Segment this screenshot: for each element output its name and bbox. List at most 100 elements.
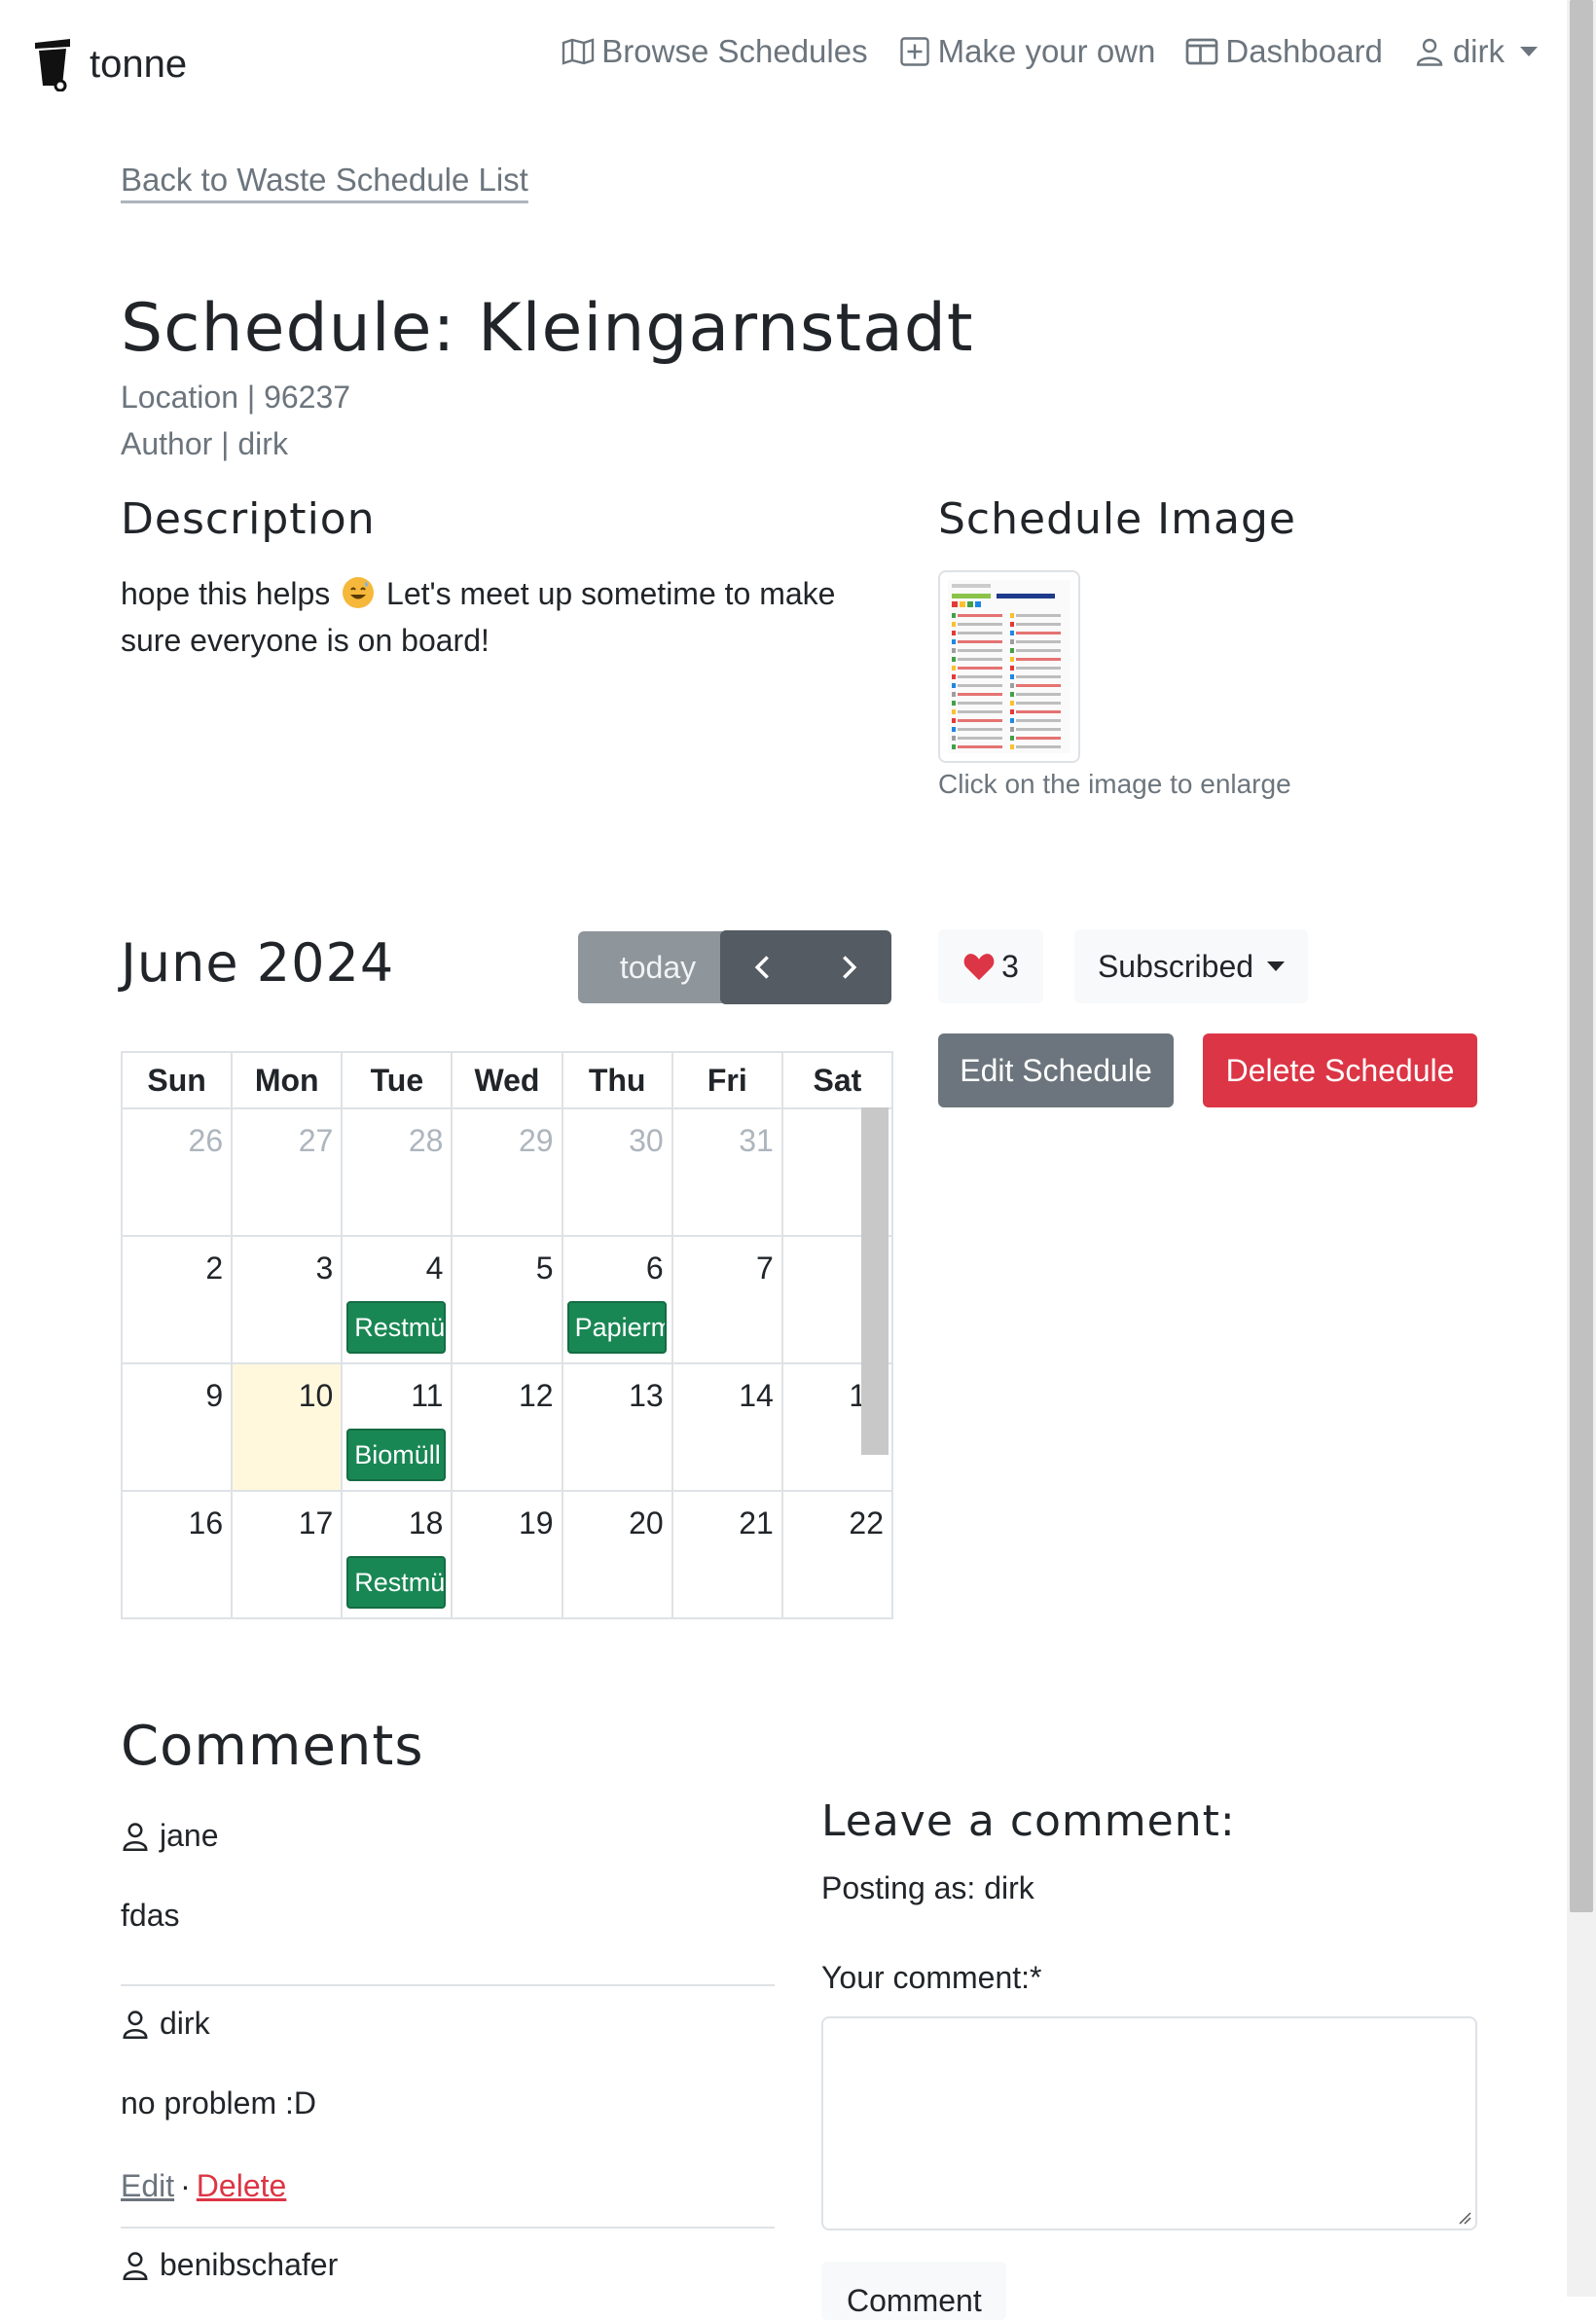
calendar-day-cell[interactable]: 29 — [451, 1107, 563, 1237]
next-month-button[interactable] — [806, 930, 891, 1004]
calendar-title: June 2024 — [121, 932, 395, 994]
comment-author-name: benibschafer — [160, 2247, 339, 2282]
schedule-image-thumbnail[interactable] — [938, 570, 1080, 763]
weekday-wed: Wed — [451, 1051, 563, 1109]
calendar-event[interactable]: Restmüll — [346, 1301, 447, 1354]
calendar-day-cell[interactable]: 21 — [671, 1490, 783, 1619]
day-number: 9 — [205, 1378, 224, 1413]
schedule-image-heading: Schedule Image — [938, 494, 1296, 544]
calendar-week-row: 91011Biomüll12131415 — [120, 1362, 894, 1492]
delete-schedule-button[interactable]: Delete Schedule — [1203, 1033, 1477, 1107]
calendar-day-cell[interactable]: 26 — [120, 1107, 234, 1237]
page-scrollbar[interactable] — [1567, 0, 1596, 2297]
weekday-thu: Thu — [561, 1051, 673, 1109]
calendar-day-cell[interactable]: 30 — [561, 1107, 673, 1237]
description-text-before: hope this helps — [121, 576, 331, 611]
chevron-down-icon — [1520, 47, 1538, 56]
day-number: 28 — [408, 1123, 444, 1158]
map-icon — [562, 38, 595, 65]
day-number: 21 — [739, 1505, 774, 1541]
calendar-day-cell[interactable]: 31 — [671, 1107, 783, 1237]
calendar-day-cell[interactable]: 20 — [561, 1490, 673, 1619]
calendar-event[interactable]: Restmüll — [346, 1556, 447, 1609]
schedule-image-preview — [948, 580, 1070, 753]
calendar-day-cell[interactable]: 3 — [231, 1235, 344, 1364]
nav-make-label: Make your own — [937, 33, 1156, 69]
day-number: 30 — [629, 1123, 664, 1158]
schedule-image-caption: Click on the image to enlarge — [938, 769, 1291, 799]
prev-month-button[interactable] — [720, 930, 806, 1004]
day-number: 31 — [739, 1123, 774, 1158]
chevron-down-icon — [1267, 961, 1286, 971]
calendar-day-cell[interactable]: 2 — [120, 1235, 234, 1364]
page-title: Schedule: Kleingarnstadt — [121, 290, 974, 367]
comment-author-name: dirk — [160, 2006, 210, 2041]
nav-links: Browse Schedules Make your own Dashboard… — [531, 33, 1538, 70]
delete-comment-link[interactable]: Delete — [197, 2168, 287, 2203]
resize-handle-icon[interactable] — [1458, 2211, 1471, 2225]
calendar-event[interactable]: Biomüll — [346, 1429, 447, 1481]
calendar-day-cell[interactable]: 27 — [231, 1107, 344, 1237]
comment-author: jane — [121, 1818, 219, 1854]
comment-author: benibschafer — [121, 2247, 338, 2283]
day-number: 12 — [518, 1378, 554, 1413]
comment-author: dirk — [121, 2006, 210, 2042]
nav-user-menu[interactable]: dirk — [1412, 33, 1538, 70]
like-button[interactable]: 3 — [938, 929, 1043, 1003]
schedule-document-icon — [948, 580, 1070, 753]
day-number: 7 — [756, 1251, 774, 1286]
day-number: 10 — [298, 1378, 334, 1413]
calendar-day-cell[interactable]: 7 — [671, 1235, 783, 1364]
calendar-day-cell[interactable]: 6 Papiermüll — [561, 1235, 673, 1364]
comment-actions: Edit · Delete — [121, 2168, 286, 2204]
plus-square-icon — [899, 37, 929, 66]
subscribed-dropdown[interactable]: Subscribed — [1074, 929, 1308, 1003]
day-number: 14 — [739, 1378, 774, 1413]
brand[interactable]: tonne — [31, 37, 187, 91]
calendar-day-cell[interactable]: 13 — [561, 1362, 673, 1492]
edit-comment-link[interactable]: Edit — [121, 2168, 174, 2203]
comment-submit-button[interactable]: Comment — [821, 2262, 1006, 2320]
nav-make-your-own[interactable]: Make your own — [897, 33, 1156, 70]
comment-divider — [121, 2227, 775, 2229]
calendar-day-cell[interactable]: 17 — [231, 1490, 344, 1619]
calendar-day-cell[interactable]: 18 Restmüll — [341, 1490, 453, 1619]
calendar-day-cell[interactable]: 5 — [451, 1235, 563, 1364]
calendar-day-cell[interactable]: 4 Restmüll — [341, 1235, 453, 1364]
edit-schedule-button[interactable]: Edit Schedule — [938, 1033, 1174, 1107]
calendar-day-cell[interactable]: 9 — [120, 1362, 234, 1492]
trash-bin-icon — [35, 39, 70, 91]
day-number: 29 — [518, 1123, 554, 1158]
calendar-day-cell[interactable]: 28 — [341, 1107, 453, 1237]
weekday-sat: Sat — [780, 1051, 894, 1109]
nav-dashboard[interactable]: Dashboard — [1184, 33, 1383, 70]
scrollbar-thumb[interactable] — [1570, 0, 1593, 1912]
calendar-day-cell[interactable]: 12 — [451, 1362, 563, 1492]
calendar-scrollbar[interactable] — [861, 1107, 889, 1455]
calendar-week-row: 16 17 18 Restmüll 19 20 21 22 — [120, 1490, 894, 1619]
calendar-nav-group — [720, 930, 891, 1004]
calendar-day-cell[interactable]: 16 — [120, 1490, 234, 1619]
calendar-day-cell[interactable]: 10 — [231, 1362, 344, 1492]
back-link[interactable]: Back to Waste Schedule List — [121, 162, 528, 199]
day-number: 27 — [298, 1123, 334, 1158]
location-line: Location | 96237 — [121, 380, 351, 415]
nav-browse-schedules[interactable]: Browse Schedules — [561, 33, 868, 70]
grinning-sweat-emoji-icon — [343, 577, 375, 608]
comment-textarea[interactable] — [821, 2016, 1477, 2230]
nav-user-label: dirk — [1452, 33, 1505, 69]
calendar-day-cell[interactable]: 14 — [671, 1362, 783, 1492]
like-count: 3 — [1001, 948, 1019, 984]
today-button[interactable]: today — [578, 931, 738, 1003]
calendar-grid: Sun Mon Tue Wed Thu Fri Sat 26 27 28 29 30 31… — [120, 1051, 894, 1619]
nav-dashboard-label: Dashboard — [1225, 33, 1383, 69]
calendar-day-cell[interactable]: 22 — [780, 1490, 894, 1619]
chevron-left-icon — [754, 956, 769, 979]
calendar-day-cell[interactable]: 11 Biomüll — [341, 1362, 453, 1492]
person-icon — [123, 2251, 148, 2280]
calendar-event[interactable]: Papiermüll — [566, 1301, 667, 1354]
calendar-week-row: 2627282930311 — [120, 1107, 894, 1237]
calendar-day-cell[interactable]: 19 — [451, 1490, 563, 1619]
comment-text: fdas — [121, 1898, 180, 1933]
posting-as-text: Posting as: dirk — [821, 1870, 1034, 1905]
